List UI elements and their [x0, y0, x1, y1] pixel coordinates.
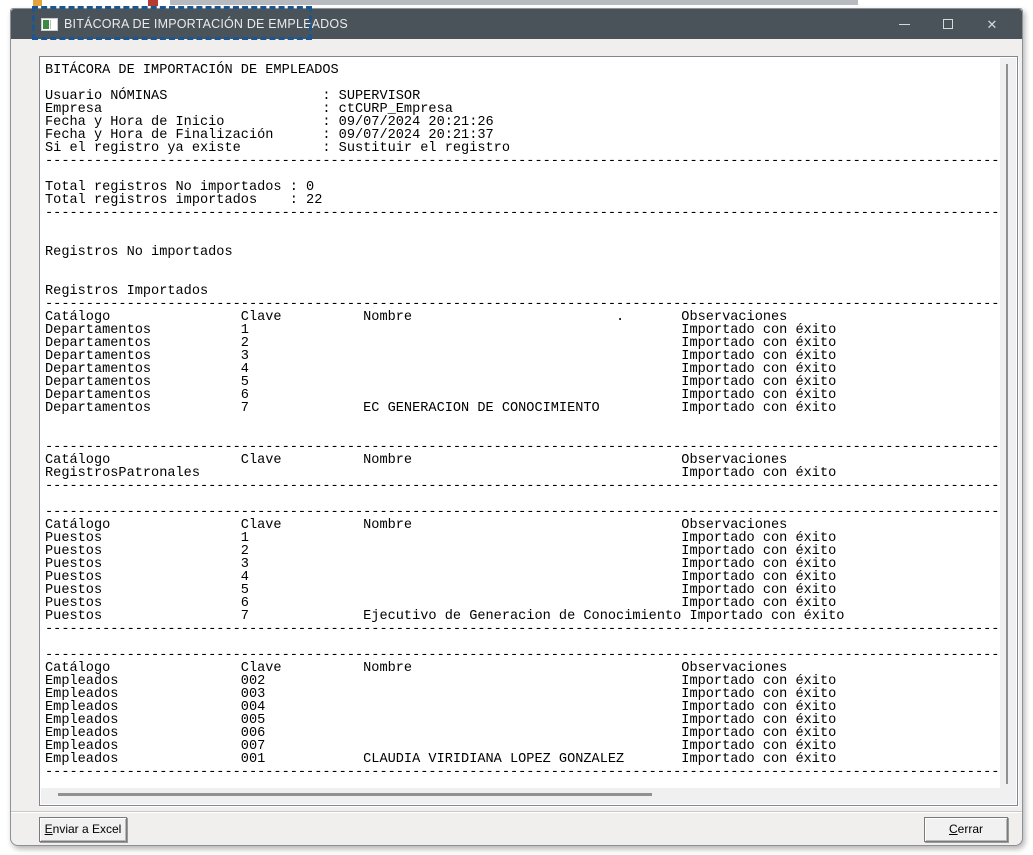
title-highlight-annotation — [32, 6, 312, 40]
window-controls: ✕ — [882, 9, 1014, 39]
maximize-button[interactable] — [926, 9, 970, 39]
background-window-fragment — [170, 0, 858, 5]
close-icon: ✕ — [987, 18, 998, 31]
send-to-excel-accelerator: E — [45, 822, 53, 836]
dialog-window: BITÁCORA DE IMPORTACIÓN DE EMPLEADOS ✕ B… — [10, 8, 1023, 846]
log-viewport: BITÁCORA DE IMPORTACIÓN DE EMPLEADOS Usu… — [41, 58, 1000, 788]
send-to-excel-label: nviar a Excel — [53, 822, 122, 836]
horizontal-scrollbar-thumb[interactable] — [58, 793, 652, 796]
scrollbar-corner — [1000, 788, 1016, 804]
send-to-excel-button[interactable]: Enviar a Excel — [39, 817, 127, 842]
vertical-scrollbar[interactable] — [1000, 58, 1016, 788]
log-text: BITÁCORA DE IMPORTACIÓN DE EMPLEADOS Usu… — [41, 58, 1000, 779]
vertical-scrollbar-thumb[interactable] — [1006, 64, 1008, 784]
close-button[interactable]: ✕ — [970, 9, 1014, 39]
title-bar[interactable]: BITÁCORA DE IMPORTACIÓN DE EMPLEADOS ✕ — [11, 9, 1022, 39]
minimize-icon — [899, 24, 910, 25]
footer-bar: Enviar a Excel Cerrar — [11, 811, 1022, 845]
cerrar-label: errar — [958, 822, 983, 836]
import-log-panel: BITÁCORA DE IMPORTACIÓN DE EMPLEADOS Usu… — [39, 56, 1018, 806]
cerrar-button[interactable]: Cerrar — [924, 817, 1008, 842]
horizontal-scrollbar[interactable] — [41, 788, 1000, 804]
maximize-icon — [943, 19, 953, 29]
cerrar-accelerator: C — [949, 822, 958, 836]
minimize-button[interactable] — [882, 9, 926, 39]
